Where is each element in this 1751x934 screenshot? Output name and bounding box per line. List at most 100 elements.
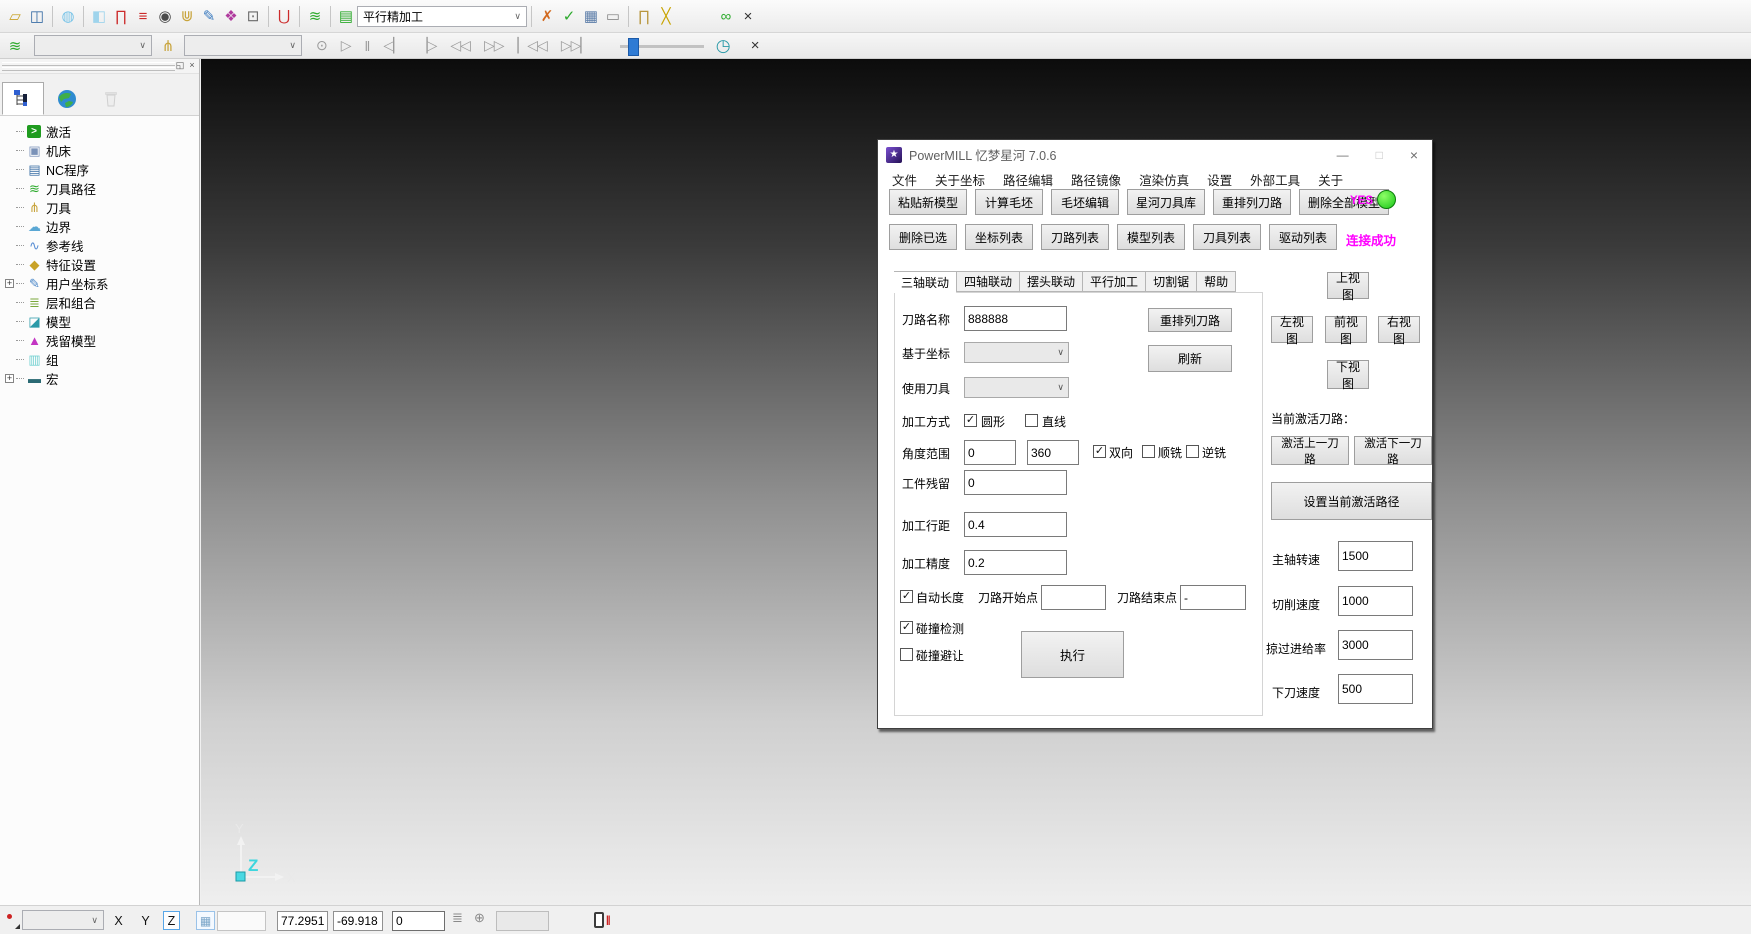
strategy-list-icon[interactable]: ▤ [335, 4, 357, 28]
block-icon[interactable]: ◧ [88, 4, 110, 28]
action-button[interactable]: 坐标列表 [965, 224, 1033, 250]
light-icon[interactable]: ⊙ [316, 35, 327, 57]
point-distribution-icon[interactable]: ❖ [220, 4, 242, 28]
tree-item[interactable]: + ☁ 边界 [4, 217, 199, 236]
tree-item[interactable]: + ▣ 机床 [4, 141, 199, 160]
tree-item[interactable]: + ▲ 残留模型 [4, 331, 199, 350]
tab-world[interactable] [46, 82, 88, 115]
coord-z-field[interactable] [392, 911, 445, 931]
collet-icon[interactable]: ⋓ [176, 4, 198, 28]
collision-check-checkbox[interactable] [900, 621, 913, 634]
toolbar-separator[interactable] [330, 6, 331, 27]
action-button[interactable]: 删除全部模型 [1299, 189, 1389, 215]
toolbar-close-icon[interactable]: × [737, 4, 759, 28]
tree-item[interactable]: + ✎ 用户坐标系 [4, 274, 199, 293]
action-button[interactable]: 计算毛坯 [975, 189, 1043, 215]
use-tool-combobox[interactable]: ∨ [964, 377, 1069, 398]
grid-toggle-button[interactable]: ▦ [196, 911, 215, 930]
expander-icon[interactable]: + [5, 279, 14, 288]
climb-checkbox[interactable] [1142, 445, 1155, 458]
coord-y-field[interactable] [333, 911, 383, 931]
snap-field[interactable] [217, 911, 266, 931]
left-view-button[interactable]: 左视图 [1271, 316, 1313, 343]
action-button[interactable]: 粘贴新模型 [889, 189, 967, 215]
panel-grip[interactable]: ◱ × [0, 59, 199, 74]
panel-close-icon[interactable]: × [187, 60, 197, 70]
stepover-input[interactable] [964, 512, 1067, 537]
open-project-icon[interactable]: ▱ [4, 4, 26, 28]
tool-combobox[interactable]: ∨ [184, 35, 302, 56]
angle-from-input[interactable] [964, 440, 1016, 465]
start-point-input[interactable] [1041, 585, 1106, 610]
plunge-feed-input[interactable] [1338, 674, 1413, 704]
dialog-tab[interactable]: 帮助 [1197, 271, 1236, 292]
binoculars-icon[interactable]: ∞ [715, 4, 737, 28]
menu-item[interactable]: 关于 [1309, 170, 1352, 189]
save-project-icon[interactable]: ◫ [26, 4, 48, 28]
menu-item[interactable]: 设置 [1198, 170, 1241, 189]
line-checkbox[interactable] [1025, 414, 1038, 427]
expander-icon[interactable]: + [5, 374, 14, 383]
go-to-end-icon[interactable]: ▷▷▏ [561, 35, 590, 57]
toolbar-separator[interactable] [83, 6, 84, 27]
toolbox-launcher-icon[interactable] [5, 912, 20, 929]
action-button[interactable]: 驱动列表 [1269, 224, 1337, 250]
stock-allowance-input[interactable] [964, 470, 1067, 495]
tree-item[interactable]: + ≣ 层和组合 [4, 293, 199, 312]
bidirectional-checkbox[interactable] [1093, 445, 1106, 458]
auto-length-checkbox[interactable] [900, 590, 913, 603]
rewind-icon[interactable]: ◁◁ [450, 35, 470, 57]
refresh-button[interactable]: 刷新 [1148, 345, 1232, 372]
pause-icon[interactable]: ‖ [365, 35, 370, 57]
tool-verify-icon[interactable]: ✓ [558, 4, 580, 28]
calculator-icon[interactable]: ▦ [580, 4, 602, 28]
menu-item[interactable]: 文件 [883, 170, 926, 189]
close-icon[interactable]: × [1410, 147, 1418, 163]
spindle-speed-input[interactable] [1338, 541, 1413, 571]
circle-checkbox[interactable] [964, 414, 977, 427]
toolpath-name-input[interactable] [964, 306, 1067, 331]
top-view-button[interactable]: 上视图 [1327, 272, 1369, 299]
slider-handle[interactable] [628, 38, 639, 56]
tree-item[interactable]: + ∿ 参考线 [4, 236, 199, 255]
toolpath-list-icon[interactable]: ≡ [132, 4, 154, 28]
tool-pair-icon[interactable]: ∏ [633, 4, 655, 28]
toolbar-separator[interactable] [531, 6, 532, 27]
tree-item[interactable]: + > 激活 [4, 122, 199, 141]
dialog-tab[interactable]: 摆头联动 [1020, 271, 1083, 292]
panel-float-icon[interactable]: ◱ [175, 60, 185, 71]
collision-avoid-checkbox[interactable] [900, 648, 913, 661]
skim-feed-input[interactable] [1338, 630, 1413, 660]
clock-icon[interactable]: ◷ [712, 34, 734, 58]
tree-item[interactable]: + ◪ 模型 [4, 312, 199, 331]
angle-to-input[interactable] [1027, 440, 1079, 465]
toolbar-separator[interactable] [628, 6, 629, 27]
strategy-combobox[interactable]: 平行精加工 ∨ [357, 6, 527, 27]
tab-recycle-bin[interactable] [90, 82, 132, 115]
tool-deactivate-icon[interactable]: ✗ [536, 4, 558, 28]
toolbar-separator[interactable] [268, 6, 269, 27]
end-point-input[interactable] [1180, 585, 1246, 610]
action-button[interactable]: 重排列刀路 [1213, 189, 1291, 215]
toolbar-separator[interactable] [299, 6, 300, 27]
menu-item[interactable]: 关于坐标 [926, 170, 994, 189]
dialog-tab[interactable]: 切割锯 [1146, 271, 1197, 292]
rearrange-toolpaths-button[interactable]: 重排列刀路 [1148, 308, 1232, 332]
toolpath-combobox[interactable]: ∨ [34, 35, 152, 56]
go-to-start-icon[interactable]: ▏◁◁ [518, 35, 547, 57]
active-toolpath-icon[interactable]: ≋ [304, 4, 326, 28]
view-combobox[interactable]: ∨ [22, 910, 104, 930]
conventional-checkbox[interactable] [1186, 445, 1199, 458]
tree-item[interactable]: + ◆ 特征设置 [4, 255, 199, 274]
action-button[interactable]: 毛坯编辑 [1051, 189, 1119, 215]
tree-item[interactable]: + ▤ NC程序 [4, 160, 199, 179]
activate-prev-toolpath-button[interactable]: 激活上一刀路 [1271, 436, 1349, 465]
tool-holder-icon[interactable]: ⋃ [273, 4, 295, 28]
tool-swap-icon[interactable]: ╳ [655, 4, 677, 28]
ruler-icon[interactable]: ▭ [602, 4, 624, 28]
toolbar-separator[interactable] [52, 6, 53, 27]
execute-button[interactable]: 执行 [1021, 631, 1124, 678]
fast-forward-icon[interactable]: ▷▷ [484, 35, 504, 57]
tool-icon[interactable]: ◉ [154, 4, 176, 28]
action-button[interactable]: 刀具列表 [1193, 224, 1261, 250]
